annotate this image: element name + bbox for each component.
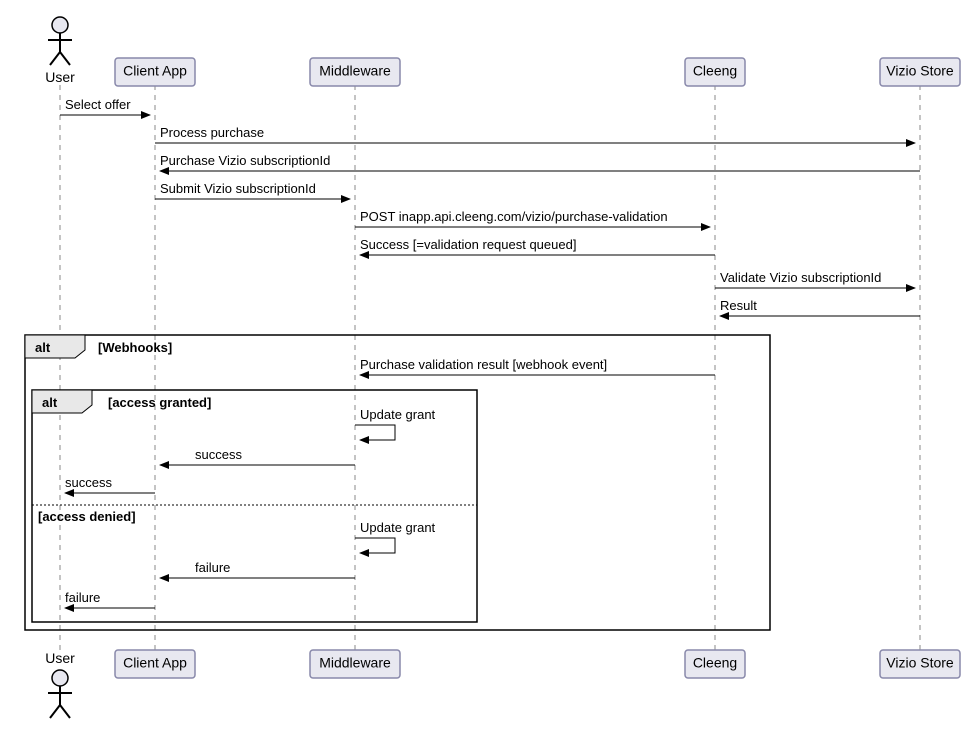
actor-user-bottom: User (45, 650, 75, 718)
alt-outer-cond: [Webhooks] (98, 340, 172, 355)
alt-inner-label: alt (42, 395, 58, 410)
msg-result-label: Result (720, 298, 757, 313)
msg-select-offer-label: Select offer (65, 97, 131, 112)
msg-purchase-sub-id-label: Purchase Vizio subscriptionId (160, 153, 330, 168)
participant-middleware-label: Middleware (319, 63, 391, 79)
msg-update-grant-1 (355, 425, 395, 440)
msg-success-queued-label: Success [=validation request queued] (360, 237, 576, 252)
msg-webhook-result-label: Purchase validation result [webhook even… (360, 357, 607, 372)
participant-vizio-store-bottom-label: Vizio Store (886, 655, 954, 671)
participant-client-app-label: Client App (123, 63, 187, 79)
msg-update-grant-2-label: Update grant (360, 520, 436, 535)
actor-user-top: User (45, 17, 75, 85)
alt-inner-cond1: [access granted] (108, 395, 211, 410)
alt-inner-cond2: [access denied] (38, 509, 136, 524)
actor-user-label: User (45, 69, 75, 85)
msg-update-grant-1-label: Update grant (360, 407, 436, 422)
alt-inner-tab (32, 390, 92, 413)
participant-middleware-bottom-label: Middleware (319, 655, 391, 671)
participant-client-app-bottom-label: Client App (123, 655, 187, 671)
actor-user-bottom-label: User (45, 650, 75, 666)
sequence-diagram: User Client App Middleware Cleeng Vizio … (10, 10, 974, 731)
msg-submit-sub-id-label: Submit Vizio subscriptionId (160, 181, 316, 196)
participant-cleeng-label: Cleeng (693, 63, 737, 79)
msg-failure-to-client-label: failure (195, 560, 230, 575)
msg-validate-label: Validate Vizio subscriptionId (720, 270, 881, 285)
participant-cleeng-bottom-label: Cleeng (693, 655, 737, 671)
alt-outer-box (25, 335, 770, 630)
msg-update-grant-2 (355, 538, 395, 553)
msg-failure-to-user-label: failure (65, 590, 100, 605)
participant-vizio-store-label: Vizio Store (886, 63, 954, 79)
alt-outer-tab (25, 335, 85, 358)
msg-post-validation-label: POST inapp.api.cleeng.com/vizio/purchase… (360, 209, 668, 224)
msg-success-to-user-label: success (65, 475, 112, 490)
alt-outer-label: alt (35, 340, 51, 355)
alt-inner-box (32, 390, 477, 622)
msg-process-purchase-label: Process purchase (160, 125, 264, 140)
msg-success-to-client-label: success (195, 447, 242, 462)
